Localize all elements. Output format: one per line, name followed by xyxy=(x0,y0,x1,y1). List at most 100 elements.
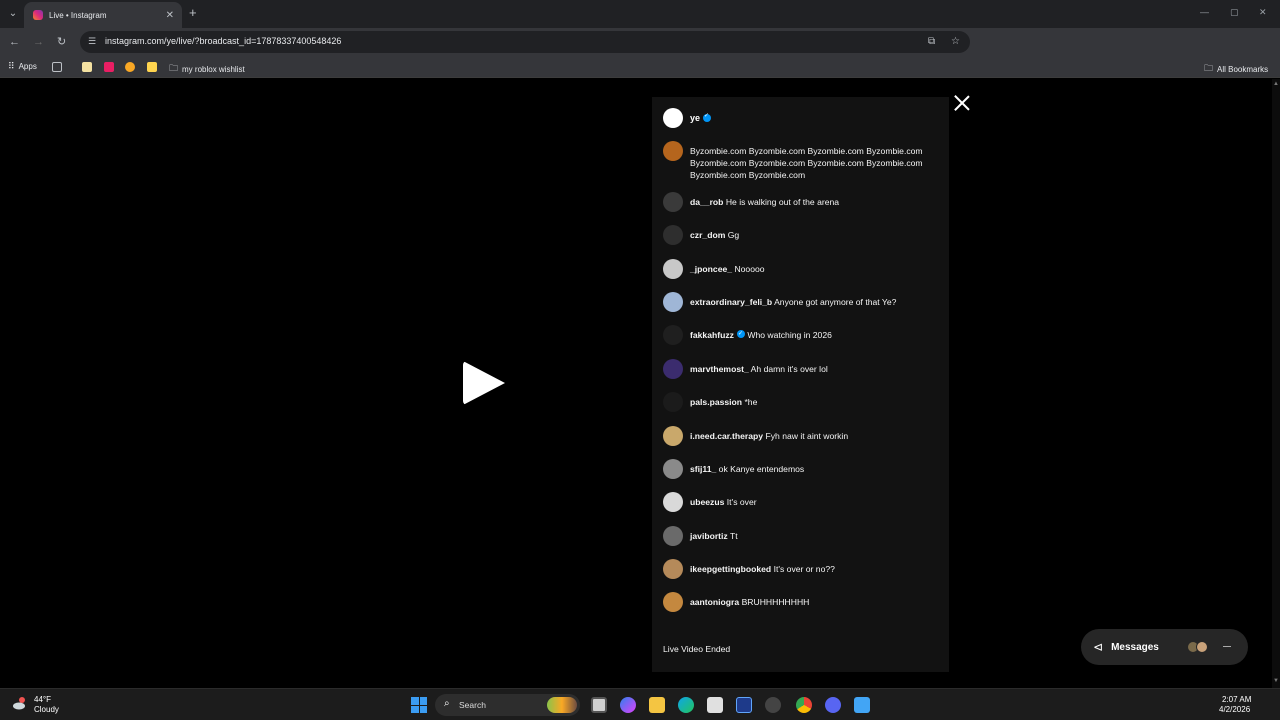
comment-username[interactable]: sfij11_ xyxy=(690,464,716,474)
forward-icon[interactable]: → xyxy=(33,35,44,49)
cloudy-weather-icon[interactable] xyxy=(12,695,28,711)
chrome-icon[interactable] xyxy=(796,697,812,713)
comment-body: javibortiz Tt xyxy=(690,526,738,542)
app-icon[interactable] xyxy=(765,697,781,713)
install-app-icon[interactable]: ⧉ xyxy=(928,36,935,47)
comment-text: Anyone got anymore of that Ye? xyxy=(774,297,897,307)
commenter-avatar[interactable] xyxy=(663,559,683,579)
browser-tab[interactable]: Live • Instagram ✕ xyxy=(24,2,182,28)
comment-text: Fyh naw it aint workin xyxy=(765,431,849,441)
comment-username[interactable]: extraordinary_feli_b xyxy=(690,297,772,307)
commenter-avatar[interactable] xyxy=(663,225,683,245)
bookmark-icon[interactable] xyxy=(125,62,135,72)
messages-label: Messages xyxy=(1111,641,1159,653)
search-icon: ⌕ xyxy=(444,698,450,709)
tab-close-icon[interactable]: ✕ xyxy=(166,10,174,21)
all-bookmarks[interactable]: 🗀 All Bookmarks xyxy=(1204,61,1268,77)
comment-username[interactable]: ubeezus xyxy=(690,497,724,507)
copilot-icon[interactable] xyxy=(620,697,636,713)
new-tab-button[interactable]: + xyxy=(189,6,197,20)
instagram-favicon-icon xyxy=(33,10,43,20)
comment-row: marvthemost_ Ah damn it's over lol xyxy=(663,359,941,379)
file-explorer-icon[interactable] xyxy=(649,697,665,713)
close-live-icon[interactable] xyxy=(953,94,971,112)
bookmark-apps[interactable]: ⠿ Apps xyxy=(8,61,37,72)
comment-username[interactable]: fakkahfuzz xyxy=(690,330,734,340)
commenter-avatar[interactable] xyxy=(663,459,683,479)
commenter-avatar[interactable] xyxy=(663,359,683,379)
tab-search-icon[interactable]: ⌄ xyxy=(5,6,21,22)
comment-row: czr_dom Gg xyxy=(663,225,941,245)
comment-username[interactable]: aantoniogra xyxy=(690,597,739,607)
address-bar[interactable]: ☰ instagram.com/ye/live/?broadcast_id=17… xyxy=(80,31,970,53)
comment-username[interactable]: javibortiz xyxy=(690,531,728,541)
comment-text: BRUHHHHHHHH xyxy=(741,597,810,607)
bookmark-icon[interactable] xyxy=(147,62,157,72)
comment-body: ikeepgettingbooked It's over or no?? xyxy=(690,559,835,575)
comment-username[interactable]: pals.passion xyxy=(690,397,742,407)
play-icon[interactable] xyxy=(463,361,505,405)
scroll-up-icon[interactable]: ▲ xyxy=(1273,81,1279,87)
bookmark-star-icon[interactable]: ☆ xyxy=(951,36,960,47)
comment-body: ubeezus It's over xyxy=(690,492,757,508)
comment-username[interactable]: i.need.car.therapy xyxy=(690,431,763,441)
edge-icon[interactable] xyxy=(678,697,694,713)
comment-row: _jponcee_ Nooooo xyxy=(663,259,941,279)
commenter-avatar[interactable] xyxy=(663,592,683,612)
commenter-avatar[interactable] xyxy=(663,526,683,546)
reload-icon[interactable]: ↻ xyxy=(57,35,66,49)
comment-body: marvthemost_ Ah damn it's over lol xyxy=(690,359,828,375)
store-icon[interactable] xyxy=(707,697,723,713)
discord-icon[interactable] xyxy=(825,697,841,713)
host-avatar[interactable] xyxy=(663,108,683,128)
commenter-avatar[interactable] xyxy=(663,426,683,446)
taskbar-search[interactable]: ⌕ Search xyxy=(435,694,580,716)
comment-username[interactable]: czr_dom xyxy=(690,230,725,240)
maximize-icon[interactable]: ▢ xyxy=(1230,7,1239,18)
bookmarks-bar: ⠿ Apps 🗀 my roblox wishlist 🗀 All Bookma… xyxy=(0,56,1280,78)
notepad-icon[interactable] xyxy=(854,697,870,713)
commenter-avatar[interactable] xyxy=(663,392,683,412)
task-view-icon[interactable] xyxy=(591,697,607,713)
commenter-avatar[interactable] xyxy=(663,492,683,512)
windows-logo-icon xyxy=(419,705,427,713)
comment-row: pals.passion *he xyxy=(663,392,941,412)
bookmark-folder[interactable]: 🗀 my roblox wishlist xyxy=(169,61,245,77)
commenter-avatar[interactable] xyxy=(663,192,683,212)
comment-body: fakkahfuzz Who watching in 2026 xyxy=(690,325,832,341)
commenter-avatar[interactable] xyxy=(663,259,683,279)
close-window-icon[interactable]: ✕ xyxy=(1259,7,1267,18)
page-scrollbar[interactable] xyxy=(1272,79,1280,688)
start-button[interactable] xyxy=(411,697,427,713)
clock-time[interactable]: 2:07 AM xyxy=(1222,695,1251,704)
back-icon[interactable]: ← xyxy=(9,35,20,49)
bookmark-folder-label: my roblox wishlist xyxy=(182,64,245,74)
messages-button[interactable]: ⊲ Messages xyxy=(1081,629,1248,665)
bookmark-icon[interactable] xyxy=(104,62,114,72)
comment-username[interactable]: da__rob xyxy=(690,197,723,207)
comment-username[interactable]: _jponcee_ xyxy=(690,264,732,274)
weather-condition[interactable]: Cloudy xyxy=(34,705,59,714)
comment-body: czr_dom Gg xyxy=(690,225,739,241)
bookmark-grid-icon[interactable] xyxy=(52,62,62,72)
message-avatars xyxy=(1187,641,1208,653)
bookmark-icon[interactable] xyxy=(82,62,92,72)
comment-username[interactable]: ikeepgettingbooked xyxy=(690,564,771,574)
url-text[interactable]: instagram.com/ye/live/?broadcast_id=1787… xyxy=(105,36,341,46)
comment-body: Byzombie.com Byzombie.com Byzombie.com B… xyxy=(690,141,941,181)
windows-logo-icon xyxy=(419,697,427,705)
commenter-avatar[interactable] xyxy=(663,325,683,345)
site-info-icon[interactable]: ☰ xyxy=(88,36,96,47)
commenter-avatar[interactable] xyxy=(663,141,683,161)
minimize-icon[interactable]: — xyxy=(1200,7,1209,17)
app-icon[interactable] xyxy=(736,697,752,713)
scroll-down-icon[interactable]: ▼ xyxy=(1273,678,1279,684)
comment-text: It's over xyxy=(726,497,757,507)
comment-row: ubeezus It's over xyxy=(663,492,941,512)
weather-temperature[interactable]: 44°F xyxy=(34,695,51,704)
commenter-avatar[interactable] xyxy=(663,292,683,312)
comment-username[interactable]: marvthemost_ xyxy=(690,364,749,374)
clock-date[interactable]: 4/2/2026 xyxy=(1219,705,1250,714)
host-name[interactable]: ye xyxy=(690,113,700,123)
comment-body: i.need.car.therapy Fyh naw it aint worki… xyxy=(690,426,848,442)
